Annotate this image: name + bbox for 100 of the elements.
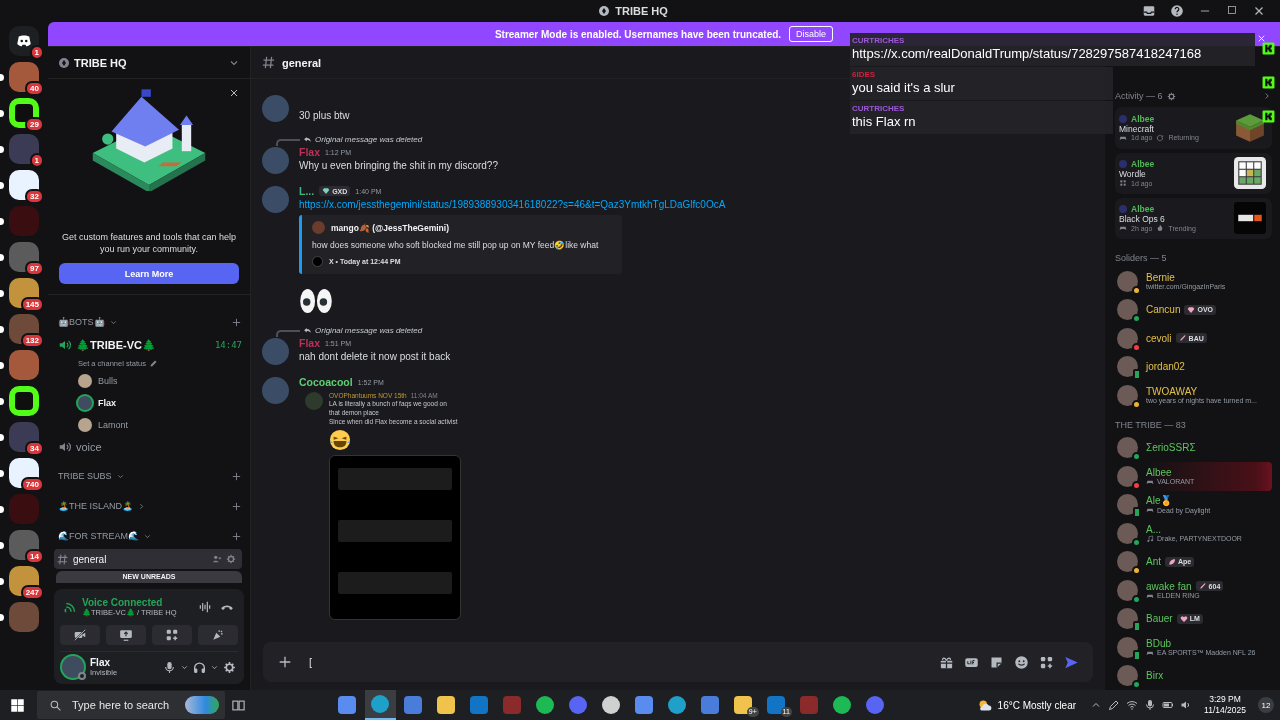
soundboard-button[interactable] [198, 625, 238, 645]
grid-icon [1119, 179, 1127, 188]
reply-preview[interactable]: Original message was deleted [315, 134, 423, 144]
plus-icon[interactable] [231, 316, 242, 328]
waveform-icon[interactable] [198, 600, 212, 614]
username[interactable]: L... [299, 185, 315, 197]
server-icon[interactable] [9, 62, 39, 92]
learn-more-button[interactable]: Learn More [59, 263, 239, 284]
apps-icon[interactable] [1039, 654, 1054, 670]
help-icon[interactable] [1170, 4, 1184, 18]
overlay-text: you said it's a slur [852, 79, 956, 96]
voice-user[interactable]: Lamont [58, 415, 242, 435]
search-bar[interactable]: Type here to search [37, 691, 225, 719]
message-input[interactable]: [ [307, 655, 925, 669]
camera-off-button[interactable] [60, 625, 100, 645]
server-icon[interactable] [9, 98, 39, 128]
overlay-text: https://x.com/realDonaldTrump/status/728297587418247168 [852, 45, 1203, 62]
microphone-icon[interactable] [163, 660, 176, 674]
search-field[interactable]: Type here to search [70, 698, 177, 712]
user-name: Flax [90, 657, 111, 668]
voice-status: Voice Connected [82, 597, 164, 608]
plus-icon[interactable] [231, 470, 242, 482]
channel-name: general [282, 56, 322, 69]
server-icon[interactable] [9, 530, 39, 560]
settings-icon[interactable] [223, 660, 236, 674]
activity-header[interactable]: Activity — 6 [1115, 89, 1272, 104]
boost-icon [58, 56, 70, 69]
screen-share-icon [119, 628, 133, 642]
member-group-header: Soliders — 5 [1115, 253, 1168, 263]
headphones-icon[interactable] [193, 660, 206, 674]
category-header[interactable]: 🏝THE ISLAND🏝 [58, 495, 242, 517]
plus-icon[interactable] [231, 530, 242, 542]
server-icon[interactable] [9, 278, 39, 308]
home-button[interactable] [9, 26, 39, 56]
battery-icon[interactable] [1162, 699, 1175, 711]
attach-icon[interactable] [277, 654, 293, 670]
weather-text[interactable]: 16°C Mostly clear [997, 699, 1077, 711]
voice-user[interactable]: Flax [58, 393, 242, 413]
maximize-icon[interactable] [1226, 4, 1238, 16]
pen-icon[interactable] [1108, 699, 1121, 711]
user-avatar [1119, 205, 1127, 214]
microphone-icon[interactable] [1144, 699, 1157, 711]
embed-author[interactable]: mango🍂 (@JessTheGemini) [331, 222, 449, 233]
category-header[interactable]: 🌊FOR STREAM🌊 [58, 525, 242, 547]
activities-button[interactable] [152, 625, 192, 645]
member-name: Birx [1146, 670, 1164, 682]
plus-icon[interactable] [231, 500, 242, 512]
server-icon[interactable] [9, 386, 39, 416]
member-item[interactable]: ΣerioSSRΣ [1115, 433, 1272, 462]
category-header[interactable]: TRIBE SUBS [58, 465, 242, 487]
message-text: nah dont delete it now post it back [299, 350, 451, 364]
member-name: BDub [1146, 637, 1171, 649]
server-icon[interactable] [9, 170, 39, 200]
clock[interactable]: 3:29 PM 11/14/2025 [1204, 694, 1246, 716]
game-title: Wordle [1119, 169, 1147, 180]
member-name: Ale🏅 [1146, 495, 1173, 507]
laughing-emoji-icon [329, 429, 351, 451]
network-icon[interactable] [1126, 699, 1139, 711]
inbox-icon[interactable] [1142, 4, 1156, 18]
app-icon [668, 696, 687, 714]
tag-icon [1168, 557, 1176, 566]
message-composer[interactable]: [ [263, 642, 1093, 682]
username[interactable]: Cocoacool [299, 376, 353, 388]
author-avatar [312, 221, 325, 234]
user-avatar [262, 95, 289, 122]
close-icon[interactable] [228, 87, 240, 99]
taskbar-app[interactable] [364, 690, 396, 720]
app-icon [569, 696, 588, 714]
message-link[interactable]: https://x.com/jessthegemini/status/1989388930341618022?s=46&t=Qaz3YmtkhTgLDaGlfc0OcA [299, 198, 726, 212]
voice-channel[interactable]: voice [58, 437, 242, 457]
voice-channel[interactable]: 🌲TRIBE-VC🌲 14:47 [58, 335, 242, 355]
category-header[interactable]: 🤖BOTS🤖 [58, 311, 242, 333]
member-item[interactable]: jordan02 [1115, 352, 1272, 381]
user-avatar [262, 186, 289, 213]
member-name: Albee [1146, 466, 1172, 478]
app-icon [503, 696, 522, 714]
gem-icon [322, 187, 331, 195]
text-channel[interactable]: general [54, 549, 242, 569]
member-item[interactable]: Birx [1115, 661, 1272, 690]
voice-user[interactable]: Bulls [58, 371, 242, 391]
reply-preview[interactable]: Original message was deleted [315, 325, 423, 335]
server-icon[interactable] [9, 422, 39, 452]
unread-badge: 40 [25, 81, 44, 96]
add-member-icon[interactable] [212, 554, 222, 564]
emoji-icon[interactable] [1014, 654, 1029, 670]
send-icon[interactable] [1064, 654, 1079, 670]
server-icon[interactable] [9, 242, 39, 272]
server-header[interactable]: TRIBE HQ [48, 47, 250, 79]
start-icon[interactable] [10, 697, 25, 713]
task-view-icon[interactable] [231, 697, 246, 713]
tag-icon [1179, 614, 1188, 623]
settings-icon[interactable] [226, 554, 236, 564]
disable-button[interactable]: Disable [789, 26, 834, 42]
camera-off-icon [73, 628, 87, 642]
banner-text: Streamer Mode is enabled. Usernames have been truncated. [494, 28, 782, 40]
screen-share-button[interactable] [106, 625, 146, 645]
forwarded-avatar [305, 392, 323, 410]
voice-timer: 14:47 [214, 340, 242, 350]
close-icon[interactable] [1256, 33, 1267, 44]
notification-badge[interactable]: 12 [1258, 697, 1274, 713]
